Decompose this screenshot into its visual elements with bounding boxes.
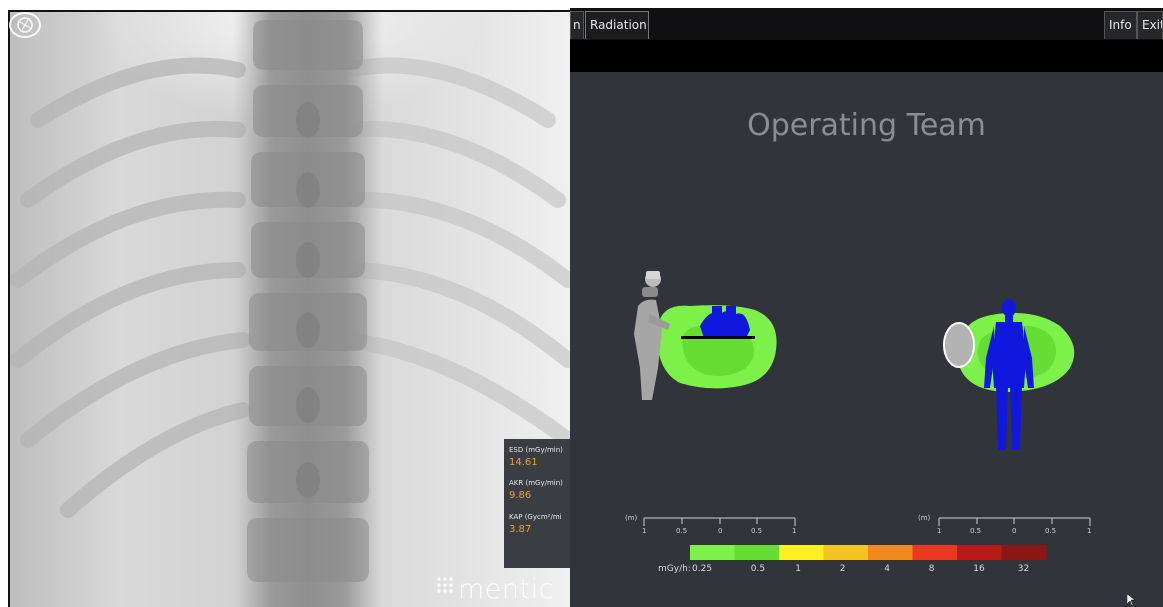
scale-right: (m) 1 0.5 0 0.5 1: [918, 514, 1091, 535]
detector-shield: [943, 322, 975, 368]
legend-unit: mGy/h:: [658, 564, 691, 574]
kap-label: KAP (Gycm²/mi: [509, 513, 562, 521]
dose-scene: (m) 1 0.5 0 0.5 1 (m) 1 0.5 0 0.5 1 mGy/…: [625, 271, 1091, 574]
scale-right-unit: (m): [918, 514, 931, 522]
xray-image: [8, 10, 570, 607]
scale-left-unit: (m): [625, 514, 638, 522]
legend-value: 0.25: [692, 564, 712, 574]
legend-swatch: [868, 545, 913, 560]
scale-tick: 0: [718, 527, 722, 535]
radiation-panel: n Radiation Info Exit Operating Team (m)…: [570, 8, 1163, 607]
scale-tick: 0.5: [676, 527, 687, 535]
scale-tick: 0.5: [1045, 527, 1056, 535]
esd-label: ESD (mGy/min): [509, 446, 563, 454]
brand-name: mentic: [458, 574, 554, 605]
scale-tick: 0: [1012, 527, 1016, 535]
akr-value: 9.86: [509, 490, 532, 501]
dose-rate-legend: mGy/h: 0.25 0.5 1 2 4 8 16 32: [658, 545, 1047, 574]
legend-swatch: [779, 545, 824, 560]
legend-swatch: [734, 545, 780, 560]
legend-value: 4: [884, 564, 890, 574]
legend-swatch: [690, 545, 735, 560]
dose-readout-panel: ESD (mGy/min) 14.61 AKR (mGy/min) 9.86 K…: [504, 439, 570, 568]
scale-tick: 0.5: [970, 527, 981, 535]
mouse-pointer-icon: [1127, 594, 1135, 606]
scale-left: (m) 1 0.5 0 0.5 1: [625, 514, 796, 535]
dot-grid-icon: [437, 577, 453, 593]
legend-value: 32: [1018, 564, 1029, 574]
legend-swatch: [823, 545, 869, 560]
legend-value: 16: [973, 564, 985, 574]
scale-tick: 0.5: [751, 527, 762, 535]
legend-value: 0.5: [751, 564, 765, 574]
akr-label: AKR (mGy/min): [509, 479, 563, 487]
fluoroscopy-view: ESD (mGy/min) 14.61 AKR (mGy/min) 9.86 K…: [8, 10, 570, 607]
legend-swatch: [957, 545, 1002, 560]
legend-swatch: [1001, 545, 1047, 560]
legend-swatch: [912, 545, 958, 560]
scale-tick: 1: [792, 527, 796, 535]
scale-tick: 1: [642, 527, 646, 535]
kap-value: 3.87: [509, 524, 532, 535]
legend-value: 8: [929, 564, 935, 574]
esd-value: 14.61: [509, 457, 538, 468]
scale-tick: 1: [1087, 527, 1091, 535]
legend-value: 1: [795, 564, 801, 574]
legend-value: 2: [840, 564, 846, 574]
scale-tick: 1: [937, 527, 941, 535]
camera-aperture-icon[interactable]: [8, 10, 42, 40]
